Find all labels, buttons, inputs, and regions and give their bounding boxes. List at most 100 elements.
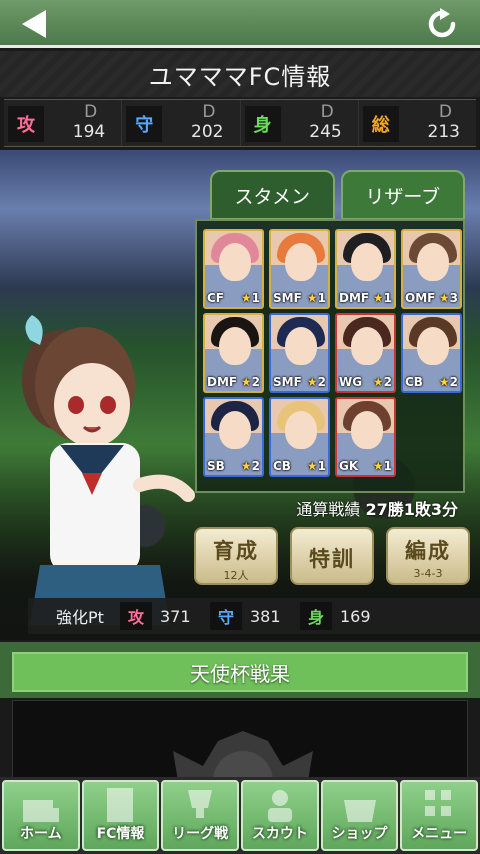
tenshi-cup-panel: [12, 700, 468, 780]
player-position: SMF: [273, 291, 302, 305]
player-rarity: ★3: [439, 291, 458, 305]
enhancement-points-bar: 強化Pt 攻 371 守 381 身 169: [28, 598, 480, 634]
team-stats-bar: 攻 D 194 守 D 202 身 D 245 総 D 213: [4, 99, 476, 147]
player-rarity-value: 1: [317, 459, 326, 473]
star-icon: ★: [240, 375, 252, 389]
player-position: DMF: [207, 375, 238, 389]
player-rarity-value: 2: [383, 375, 392, 389]
trophy-icon: [188, 790, 213, 818]
points-label: 強化Pt: [56, 608, 104, 627]
career-record-label: 通算戦績: [296, 500, 361, 519]
stat-value: 213: [427, 122, 460, 142]
player-rarity: ★1: [373, 459, 392, 473]
player-rarity: ★2: [307, 375, 326, 389]
stat-body: 身 D 245: [241, 100, 359, 146]
stat-defense: 守 D 202: [122, 100, 241, 146]
stat-grade: D: [438, 102, 452, 122]
player-rarity: ★1: [373, 291, 392, 305]
basket-icon: [343, 800, 376, 822]
player-face: [351, 411, 383, 449]
special-training-label: 特訓: [309, 547, 355, 571]
train-button-sub: 12人: [223, 569, 249, 582]
player-card[interactable]: SMF ★1: [269, 229, 330, 309]
player-card[interactable]: GK ★1: [335, 397, 396, 477]
tenshi-cup-label: 天使杯戦果: [190, 661, 290, 686]
player-card[interactable]: OMF ★3: [401, 229, 462, 309]
stat-value: 194: [72, 122, 106, 142]
player-rarity: ★2: [241, 459, 260, 473]
scout-icon: [267, 790, 292, 822]
back-button[interactable]: [18, 8, 52, 40]
stat-label: 守: [126, 106, 163, 142]
player-rarity: ★1: [241, 291, 260, 305]
player-rarity-value: 2: [317, 375, 326, 389]
player-card[interactable]: SMF ★2: [269, 313, 330, 393]
player-card[interactable]: DMF ★1: [335, 229, 396, 309]
nav-label: メニュー: [411, 826, 468, 842]
player-rarity-value: 1: [383, 291, 392, 305]
player-card[interactable]: DMF ★2: [203, 313, 264, 393]
stat-grade: D: [320, 102, 334, 122]
player-face: [219, 411, 251, 449]
stat-value: 245: [309, 122, 342, 142]
stat-label: 攻: [8, 106, 44, 142]
star-icon: ★: [240, 291, 252, 305]
player-face: [417, 243, 449, 281]
player-position: DMF: [339, 291, 370, 305]
refresh-button[interactable]: [426, 8, 458, 40]
stat-value: 202: [191, 122, 224, 142]
tenshi-cup-results-header[interactable]: 天使杯戦果: [12, 652, 468, 692]
player-card[interactable]: CB ★2: [401, 313, 462, 393]
player-card[interactable]: SB ★2: [203, 397, 264, 477]
train-button[interactable]: 育成 12人: [194, 527, 278, 585]
nav-home[interactable]: ホーム: [2, 780, 80, 851]
player-position: SMF: [273, 375, 302, 389]
player-position: CF: [207, 291, 225, 305]
star-icon: ★: [240, 459, 252, 473]
player-face: [285, 411, 317, 449]
special-training-button[interactable]: 特訓: [290, 527, 374, 585]
player-rarity: ★2: [439, 375, 458, 389]
nav-label: リーグ戦: [172, 826, 229, 842]
back-arrow-icon: [22, 10, 46, 38]
top-bar: [0, 0, 480, 48]
manager-character-illustration: [22, 315, 195, 625]
document-icon: [106, 788, 133, 822]
nav-scout[interactable]: スカウト: [241, 780, 319, 851]
train-button-label: 育成: [213, 539, 259, 563]
career-record-value: 27勝1敗3分: [365, 500, 458, 519]
stat-attack: 攻 D 194: [4, 100, 123, 146]
nav-shop[interactable]: ショップ: [320, 780, 399, 851]
stat-grade: D: [202, 102, 216, 122]
player-rarity-value: 3: [449, 291, 458, 305]
nav-menu[interactable]: メニュー: [400, 780, 479, 851]
player-card[interactable]: CB ★1: [269, 397, 330, 477]
nav-fc-info[interactable]: FC情報: [81, 780, 160, 851]
nav-label: FC情報: [96, 826, 145, 842]
stat-total: 総 D 213: [359, 100, 476, 146]
player-face: [285, 243, 317, 281]
tab-reserve[interactable]: リザーブ: [340, 170, 465, 220]
nav-label: ホーム: [20, 826, 62, 842]
player-rarity-value: 1: [251, 291, 260, 305]
player-card[interactable]: WG ★2: [335, 313, 396, 393]
player-position: GK: [339, 459, 359, 473]
player-face: [417, 327, 449, 365]
star-icon: ★: [306, 375, 318, 389]
star-icon: ★: [438, 375, 450, 389]
player-face: [351, 327, 383, 365]
nav-league[interactable]: リーグ戦: [161, 780, 240, 851]
tab-starters[interactable]: スタメン: [210, 170, 335, 220]
formation-button[interactable]: 編成 3-4-3: [386, 527, 470, 585]
player-rarity: ★2: [373, 375, 392, 389]
star-icon: ★: [372, 291, 384, 305]
player-rarity-value: 1: [317, 291, 326, 305]
player-face: [351, 243, 383, 281]
locked-emblem-icon: [173, 731, 313, 779]
page-title: ユマママFC情報: [148, 62, 332, 91]
player-card[interactable]: CF ★1: [203, 229, 264, 309]
stadium-icon: [22, 800, 59, 822]
lineup-panel: CF ★1 SMF ★1 DMF ★1 OMF ★3 DMF ★2 SMF ★2 WG ★2 CB ★2 SB ★…: [195, 219, 465, 493]
lineup-tabs: スタメン リザーブ: [210, 170, 465, 220]
points-attack-value: 371: [160, 606, 191, 626]
